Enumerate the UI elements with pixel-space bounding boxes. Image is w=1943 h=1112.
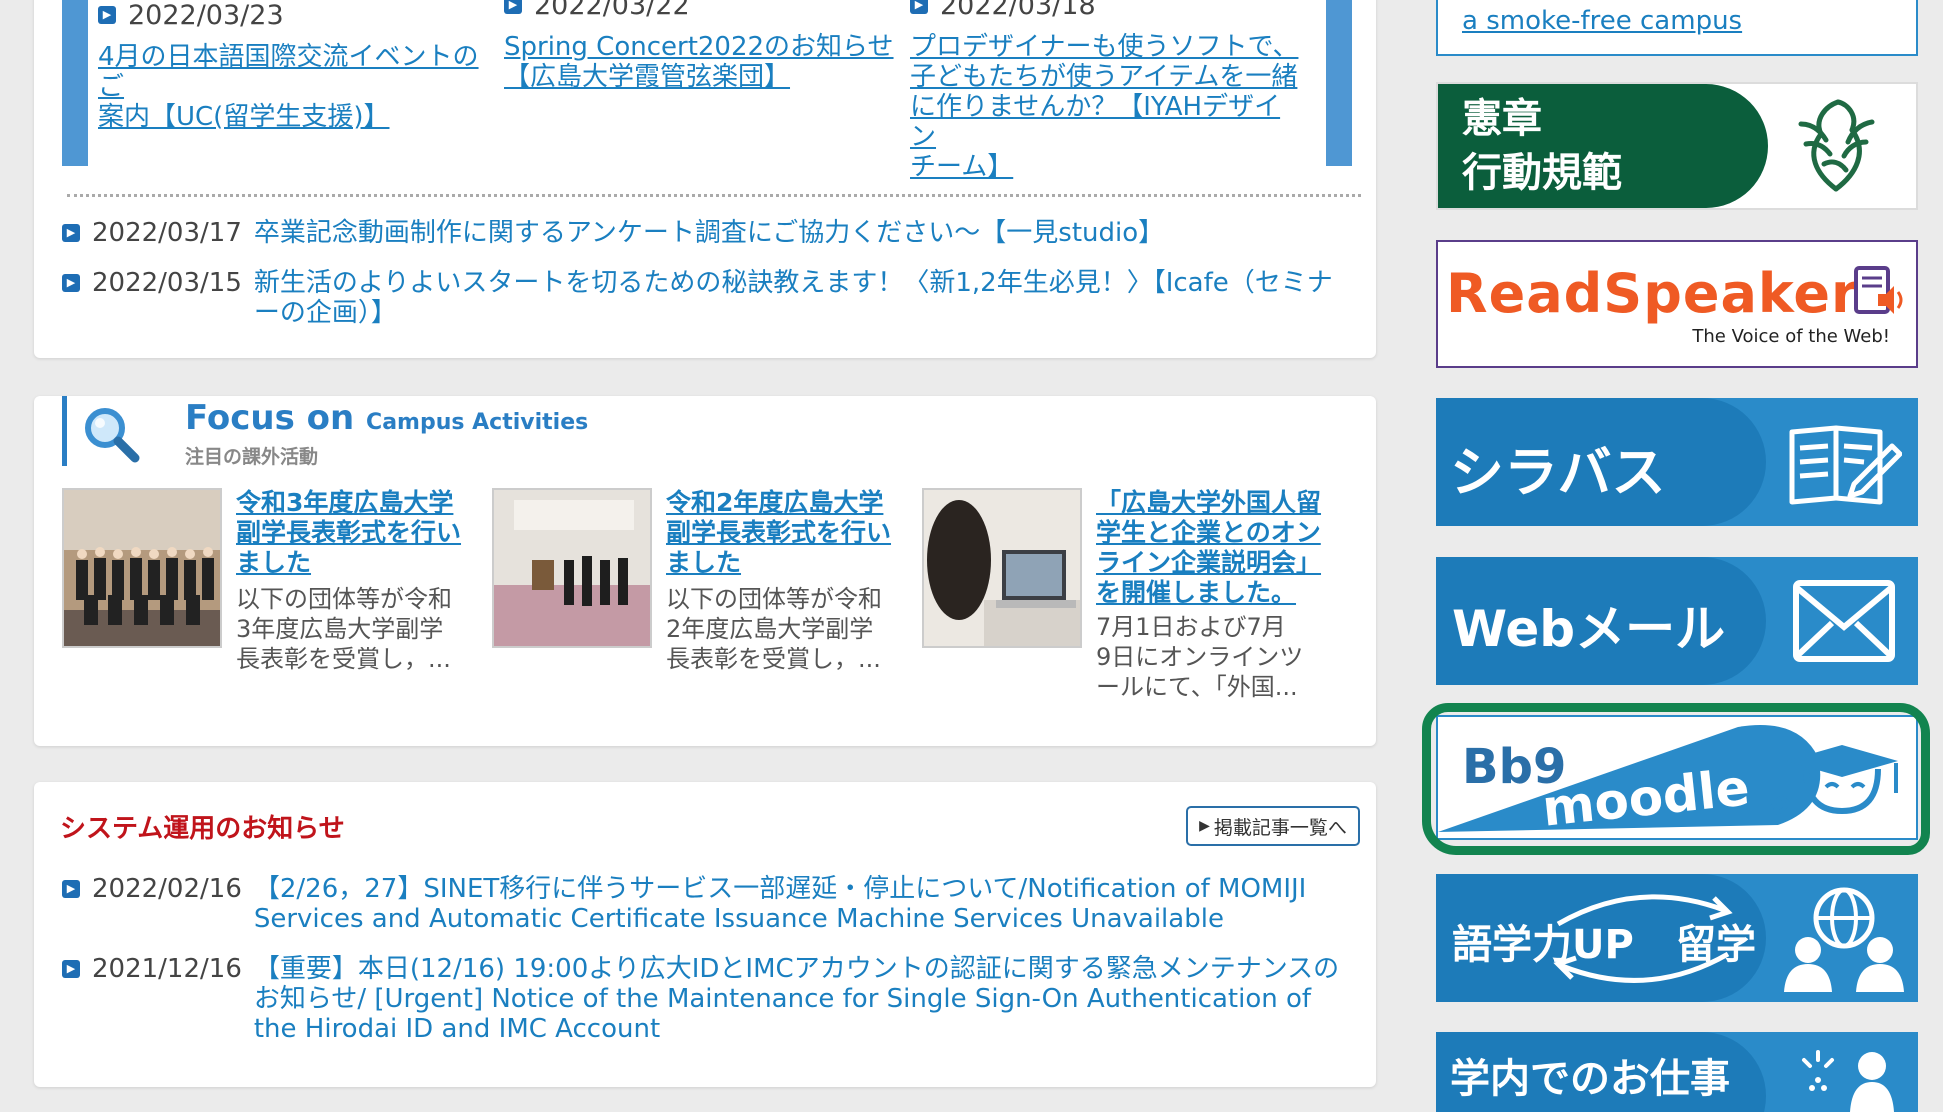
focus-card-description: 以下の団体等が令和 3年度広島大学副学 長表彰を受賞し，... <box>236 585 452 673</box>
moodle-highlight-annotation <box>1422 703 1930 855</box>
news-date: 2022/02/16 <box>92 874 242 904</box>
bullet-arrow-icon: ▶ <box>62 960 80 978</box>
people-icon <box>1802 1050 1894 1112</box>
focus-card-title[interactable]: 令和3年度広島大学 副学長表彰式を行い ました <box>236 488 476 578</box>
featured-news-item: ▶ 2022/03/18 プロデザイナーも使うソフトで、 子どもたちが使うアイテム… <box>910 0 1300 182</box>
speaker-document-icon <box>1854 266 1903 314</box>
system-notice-link[interactable]: 【重要】本日(12/16) 19:00より広大IDとIMCアカウントの認証に関す… <box>254 954 1354 1044</box>
photo-group-award[interactable] <box>62 488 222 648</box>
focus-title: Focus on Campus Activities <box>185 398 589 438</box>
readspeaker-banner[interactable]: ReadSpeaker The Voice of the Web! <box>1436 240 1918 368</box>
news-date: 2022/03/23 <box>128 0 284 31</box>
syllabus-banner[interactable]: シラバス <box>1436 398 1918 526</box>
magnifier-icon <box>85 408 140 463</box>
news-date: 2022/03/18 <box>940 0 1096 21</box>
view-all-button[interactable]: ▶ 掲載記事一覧へ <box>1186 806 1360 846</box>
bullet-arrow-icon: ▶ <box>504 0 522 14</box>
book-pen-icon <box>1789 425 1902 505</box>
webmail-banner[interactable]: Webメール <box>1436 557 1918 685</box>
focus-card-description: 7月1日および7月 9日にオンラインツ ールにて、「外国... <box>1096 613 1304 701</box>
news-date: 2022/03/22 <box>534 0 690 21</box>
campus-jobs-banner[interactable]: 学内でのお仕事 <box>1436 1032 1918 1112</box>
news-list-item: ▶ 2022/03/15 新生活のよりよいスタートを切るための秘訣教えます！〈新… <box>62 268 1354 328</box>
photo-online-session[interactable] <box>922 488 1082 648</box>
focus-card[interactable]: 令和3年度広島大学 副学長表彰式を行い ました 以下の団体等が令和 3年度広島大… <box>62 488 482 718</box>
featured-news-item: ▶ 2022/03/23 4月の日本語国際交流イベントのご 案内【UC(留学生支援… <box>98 0 488 132</box>
news-date: 2021/12/16 <box>92 954 242 984</box>
focus-card[interactable]: 令和2年度広島大学 副学長表彰式を行い ました 以下の団体等が令和 2年度広島大… <box>492 488 912 718</box>
focus-card-title[interactable]: 「広島大学外国人留 学生と企業とのオン ライン企業説明会」 を開催しました。 <box>1096 488 1336 608</box>
focus-card-description: 以下の団体等が令和 2年度広島大学副学 長表彰を受賞し，... <box>666 585 882 673</box>
triangle-right-icon: ▶ <box>1199 818 1210 834</box>
news-link[interactable]: 新生活のよりよいスタートを切るための秘訣教えます！〈新1,2年生必見！〉【Ica… <box>254 268 1354 328</box>
bullet-arrow-icon: ▶ <box>62 224 80 242</box>
globe-people-icon <box>1784 887 1904 992</box>
smoke-free-banner[interactable]: a smoke-free campus <box>1436 0 1918 56</box>
system-notice-panel: システム運用のお知らせ ▶ 掲載記事一覧へ ▶ 2022/02/16 【2/26… <box>34 782 1376 1087</box>
focus-panel: Focus on Campus Activities 注目の課外活動 令和3年度… <box>34 396 1376 746</box>
language-study-abroad-banner[interactable]: 語学力UP 留学 <box>1436 874 1918 1002</box>
focus-card[interactable]: 「広島大学外国人留 学生と企業とのオン ライン企業説明会」 を開催しました。 7… <box>922 488 1342 718</box>
bullet-arrow-icon: ▶ <box>62 880 80 898</box>
phoenix-emblem-icon <box>1798 99 1875 192</box>
focus-card-title[interactable]: 令和2年度広島大学 副学長表彰式を行い ました <box>666 488 906 578</box>
system-notice-link[interactable]: 【2/26，27】SINET移行に伴うサービス一部遅延・停止について/Notif… <box>254 874 1354 934</box>
news-list-item: ▶ 2022/03/17 卒業記念動画制作に関するアンケート調査にご協力ください… <box>62 218 1354 248</box>
focus-header: Focus on Campus Activities 注目の課外活動 <box>62 396 588 468</box>
news-link[interactable]: 卒業記念動画制作に関するアンケート調査にご協力ください～【一見studio】 <box>254 218 1354 248</box>
featured-news-box: ▶ 2022/03/23 4月の日本語国際交流イベントのご 案内【UC(留学生支援… <box>62 0 1352 182</box>
news-date: 2022/03/17 <box>92 218 242 248</box>
news-date: 2022/03/15 <box>92 268 242 298</box>
divider <box>67 194 1361 197</box>
envelope-icon <box>1793 580 1895 662</box>
news-link[interactable]: 4月の日本語国際交流イベントのご 案内【UC(留学生支援)】 <box>98 42 488 132</box>
bullet-arrow-icon: ▶ <box>910 0 928 14</box>
news-link[interactable]: プロデザイナーも使うソフトで、 子どもたちが使うアイテムを一緒 に作りませんか？… <box>910 32 1300 182</box>
news-link[interactable]: Spring Concert2022のお知らせ 【広島大学霞管弦楽団】 <box>504 32 894 92</box>
system-list-item: ▶ 2022/02/16 【2/26，27】SINET移行に伴うサービス一部遅延… <box>62 874 1354 934</box>
featured-news-item: ▶ 2022/03/22 Spring Concert2022のお知らせ 【広島大… <box>504 0 894 92</box>
photo-award-ceremony[interactable] <box>492 488 652 648</box>
system-title: システム運用のお知らせ <box>60 814 345 844</box>
system-list-item: ▶ 2021/12/16 【重要】本日(12/16) 19:00より広大IDとI… <box>62 954 1354 1044</box>
bullet-arrow-icon: ▶ <box>98 6 116 24</box>
focus-subtitle: 注目の課外活動 <box>185 446 319 468</box>
bullet-arrow-icon: ▶ <box>62 274 80 292</box>
news-panel: ▶ 2022/03/23 4月の日本語国際交流イベントのご 案内【UC(留学生支援… <box>34 0 1376 358</box>
charter-banner[interactable]: 憲章 行動規範 <box>1436 82 1918 210</box>
